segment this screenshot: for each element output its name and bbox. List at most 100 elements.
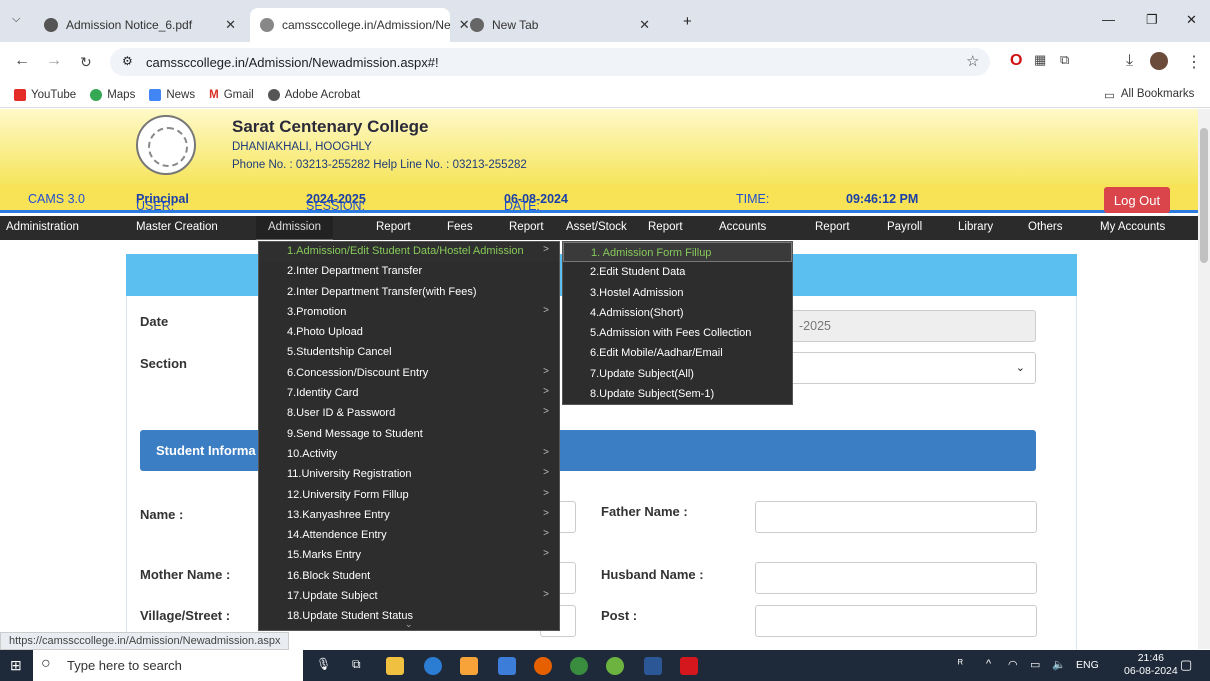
windows-start-icon[interactable]: ⊞ bbox=[10, 657, 22, 674]
star-icon[interactable]: ☆ bbox=[966, 52, 979, 70]
chevron-right-icon: > bbox=[543, 507, 549, 519]
file-explorer-icon[interactable] bbox=[386, 657, 404, 675]
submenu-admission-short[interactable]: 4.Admission(Short) bbox=[563, 303, 792, 323]
scroll-down-icon[interactable]: ⌄ bbox=[405, 619, 413, 630]
menu-item-kanyashree[interactable]: 13.Kanyashree Entry > bbox=[259, 506, 559, 526]
firefox-icon[interactable] bbox=[534, 657, 552, 675]
all-bookmarks[interactable]: ▭ All Bookmarks bbox=[1104, 88, 1194, 102]
menu-report[interactable]: Report bbox=[648, 221, 683, 233]
menu-item-marks-entry[interactable]: 15.Marks Entry > bbox=[259, 546, 559, 566]
bookmark-label: YouTube bbox=[31, 88, 77, 101]
section-select[interactable]: ⌄ bbox=[758, 352, 1036, 384]
submenu-edit-student-data[interactable]: 2.Edit Student Data bbox=[563, 262, 792, 282]
menu-item-inter-dept-transfer-fees[interactable]: 2.Inter Department Transfer(with Fees) bbox=[259, 283, 559, 303]
mail-icon[interactable] bbox=[498, 657, 516, 675]
bookmark-maps[interactable]: Maps bbox=[90, 88, 135, 101]
menu-item-university-form-fillup[interactable]: 12.University Form Fillup > bbox=[259, 486, 559, 506]
menu-item-identity-card[interactable]: 7.Identity Card > bbox=[259, 384, 559, 404]
more-icon[interactable]: ⋮ bbox=[1186, 52, 1202, 72]
reload-icon[interactable]: ↻ bbox=[80, 54, 92, 71]
chrome-icon[interactable] bbox=[570, 657, 588, 675]
menu-administration[interactable]: Administration bbox=[6, 221, 79, 233]
window-close-icon[interactable]: ✕ bbox=[1186, 12, 1197, 28]
chevron-right-icon: > bbox=[543, 386, 549, 398]
acrobat-icon[interactable] bbox=[680, 657, 698, 675]
submenu-update-subject-all[interactable]: 7.Update Subject(All) bbox=[563, 364, 792, 384]
menu-report[interactable]: Report bbox=[509, 221, 544, 233]
bookmark-news[interactable]: News bbox=[149, 88, 195, 101]
submenu-admission-form-fillup[interactable]: 1. Admission Form Fillup bbox=[563, 242, 792, 263]
menu-item-update-subject[interactable]: 17.Update Subject > bbox=[259, 587, 559, 607]
volume-icon[interactable]: 🔈 bbox=[1052, 658, 1066, 671]
bookmark-acrobat[interactable]: Adobe Acrobat bbox=[267, 88, 360, 101]
menu-report[interactable]: Report bbox=[376, 221, 411, 233]
microphone-icon[interactable]: 🎙 bbox=[316, 657, 331, 671]
menu-item-send-message[interactable]: 9.Send Message to Student bbox=[259, 425, 559, 445]
menu-others[interactable]: Others bbox=[1028, 221, 1063, 233]
extension-icon[interactable]: ▦ bbox=[1034, 52, 1046, 68]
url-field[interactable]: ⚙ camssccollege.in/Admission/Newadmissio… bbox=[110, 48, 990, 76]
menu-accounts[interactable]: Accounts bbox=[719, 221, 766, 233]
tray-chevron-icon[interactable]: ^ bbox=[986, 658, 991, 670]
menu-item-photo-upload[interactable]: 4.Photo Upload bbox=[259, 323, 559, 343]
edge-icon[interactable] bbox=[424, 657, 442, 675]
language-indicator[interactable]: ENG bbox=[1076, 659, 1099, 671]
forward-icon[interactable]: → bbox=[46, 52, 62, 70]
maps-icon bbox=[90, 88, 103, 101]
notification-icon[interactable]: ▢ bbox=[1180, 657, 1192, 673]
restore-icon[interactable]: ❐ bbox=[1146, 12, 1158, 28]
close-icon[interactable]: ✕ bbox=[639, 17, 650, 33]
store-icon[interactable] bbox=[460, 657, 478, 675]
network-icon[interactable]: ◠ bbox=[1008, 658, 1018, 671]
word-icon[interactable] bbox=[644, 657, 662, 675]
submenu-admission-with-fees[interactable]: 5.Admission with Fees Collection bbox=[563, 323, 792, 343]
minimize-icon[interactable]: — bbox=[1102, 12, 1115, 27]
submenu-update-subject-sem1[interactable]: 8.Update Subject(Sem-1) bbox=[563, 384, 792, 404]
bookmark-gmail[interactable]: M Gmail bbox=[209, 89, 254, 101]
menu-item-block-student[interactable]: 16.Block Student bbox=[259, 567, 559, 587]
menu-item-concession[interactable]: 6.Concession/Discount Entry > bbox=[259, 364, 559, 384]
menu-report[interactable]: Report bbox=[815, 221, 850, 233]
taskbar-clock[interactable]: 21:46 06-08-2024 bbox=[1124, 652, 1178, 678]
tab-cams[interactable]: camssccollege.in/Admission/Ne ✕ bbox=[250, 8, 470, 42]
submenu-hostel-admission[interactable]: 3.Hostel Admission bbox=[563, 283, 792, 303]
site-info-icon[interactable]: ⚙ bbox=[122, 54, 133, 68]
tab-search-icon[interactable]: ⌵ bbox=[12, 13, 20, 26]
menu-item-inter-dept-transfer[interactable]: 2.Inter Department Transfer bbox=[259, 262, 559, 282]
tab-new[interactable]: New Tab ✕ bbox=[460, 8, 660, 42]
menu-item-promotion[interactable]: 3.Promotion > bbox=[259, 303, 559, 323]
taskbar-search[interactable]: ○ Type here to search bbox=[33, 650, 303, 681]
menu-master-creation[interactable]: Master Creation bbox=[136, 221, 218, 233]
submenu-edit-mobile-aadhar[interactable]: 6.Edit Mobile/Aadhar/Email bbox=[563, 343, 792, 363]
menu-my-accounts[interactable]: My Accounts bbox=[1100, 221, 1165, 233]
logout-button[interactable]: Log Out bbox=[1104, 187, 1170, 213]
post-field[interactable] bbox=[755, 605, 1037, 637]
tab-pdf[interactable]: Admission Notice_6.pdf ✕ bbox=[34, 8, 246, 42]
new-tab-button[interactable]: + bbox=[683, 13, 692, 30]
menu-fees[interactable]: Fees bbox=[447, 221, 473, 233]
menu-admission[interactable]: Admission bbox=[256, 216, 334, 240]
task-view-icon[interactable]: ⧉ bbox=[352, 657, 361, 672]
husband-name-field[interactable] bbox=[755, 562, 1037, 594]
menu-item-university-registration[interactable]: 11.University Registration > bbox=[259, 465, 559, 485]
menu-item-user-id-password[interactable]: 8.User ID & Password > bbox=[259, 404, 559, 424]
scrollbar-thumb[interactable] bbox=[1200, 128, 1208, 263]
bookmark-youtube[interactable]: YouTube bbox=[14, 88, 77, 101]
menu-library[interactable]: Library bbox=[958, 221, 993, 233]
father-name-field[interactable] bbox=[755, 501, 1037, 533]
download-icon[interactable]: ⤓ bbox=[1126, 52, 1133, 70]
menu-item-studentship-cancel[interactable]: 5.Studentship Cancel bbox=[259, 343, 559, 363]
menu-item-attendence[interactable]: 14.Attendence Entry > bbox=[259, 526, 559, 546]
back-icon[interactable]: ← bbox=[14, 52, 30, 70]
menu-asset-stock[interactable]: Asset/Stock bbox=[566, 221, 627, 233]
menu-payroll[interactable]: Payroll bbox=[887, 221, 922, 233]
qgis-icon[interactable] bbox=[606, 657, 624, 675]
profile-avatar[interactable] bbox=[1150, 52, 1168, 70]
menu-item-activity[interactable]: 10.Activity > bbox=[259, 445, 559, 465]
menu-item-admission-edit[interactable]: 1.Admission/Edit Student Data/Hostel Adm… bbox=[259, 242, 559, 263]
battery-icon[interactable]: ▭ bbox=[1030, 658, 1040, 671]
puzzle-icon[interactable]: ⧉ bbox=[1060, 52, 1069, 68]
close-icon[interactable]: ✕ bbox=[225, 17, 236, 33]
people-icon[interactable]: ᴿ bbox=[958, 658, 963, 670]
opera-icon[interactable]: O bbox=[1010, 52, 1022, 70]
